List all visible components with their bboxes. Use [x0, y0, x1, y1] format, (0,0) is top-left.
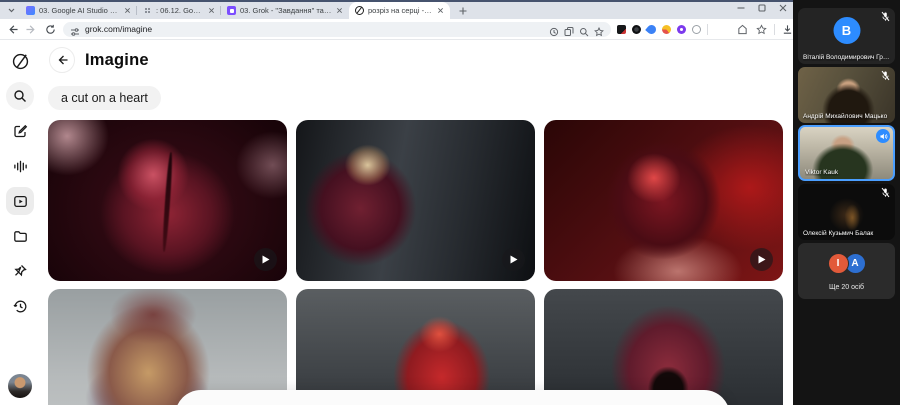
participant-tile[interactable]: Олексій Кузьмич Балак: [798, 184, 895, 240]
mic-muted-icon: [880, 187, 891, 198]
participant-name: Viktor Kauk: [805, 169, 889, 176]
video-call-panel: В Віталій Володимирович Гр… Андрій Михай…: [793, 0, 900, 405]
tab-strip: 03. Google AI Studio та Grok : 06.12. Go…: [0, 0, 793, 19]
bookmarks-icon[interactable]: [755, 23, 768, 36]
tab-title: 03. Google AI Studio та Grok: [39, 6, 120, 15]
back-icon[interactable]: [6, 23, 19, 36]
participant-tile[interactable]: В Віталій Володимирович Гр…: [798, 8, 895, 64]
participant-name: Андрій Михайлович Мацько: [803, 113, 891, 120]
site-settings-icon[interactable]: [70, 24, 80, 34]
doc-favicon: [143, 6, 152, 15]
tab-close-icon[interactable]: [124, 7, 131, 14]
toolbar-divider: [707, 24, 708, 35]
imagine-button[interactable]: [6, 187, 34, 215]
speaker-audio-icon: [876, 129, 890, 143]
extension-icon-1[interactable]: [617, 25, 626, 34]
grok-logo-icon: [6, 47, 34, 75]
more-participants-label: Ще 20 осіб: [798, 284, 895, 291]
generated-image-6[interactable]: [544, 289, 783, 405]
history-button[interactable]: [6, 292, 34, 320]
grok-task-favicon: [227, 6, 236, 15]
play-icon[interactable]: [502, 248, 525, 271]
tab-close-icon[interactable]: [208, 7, 215, 14]
overflow-avatar: І: [828, 253, 849, 274]
extension-icon-5[interactable]: [677, 25, 686, 34]
extension-icon-3[interactable]: [645, 23, 658, 36]
play-icon[interactable]: [254, 248, 277, 271]
participant-tile-speaking[interactable]: Viktor Kauk: [798, 125, 895, 181]
lens-search-icon[interactable]: [579, 24, 589, 34]
play-icon[interactable]: [750, 248, 773, 271]
new-tab-button[interactable]: [456, 4, 470, 18]
window-top-edge: [0, 0, 793, 2]
back-button[interactable]: [49, 47, 75, 73]
extension-icon-2[interactable]: [632, 25, 641, 34]
voice-mode-button[interactable]: [6, 152, 34, 180]
generated-image-5[interactable]: [296, 289, 535, 405]
reading-mode-icon[interactable]: [549, 24, 559, 34]
browser-toolbar: grok.com/imagine aж: [0, 19, 793, 40]
overflow-avatars: І А: [828, 253, 866, 274]
url-text: grok.com/imagine: [85, 24, 544, 34]
copy-icon[interactable]: [564, 24, 574, 34]
maximize-icon[interactable]: [758, 4, 766, 12]
tab-search-chevron-icon[interactable]: [4, 2, 18, 19]
reload-icon[interactable]: [44, 23, 57, 36]
toolbar-divider: [774, 24, 775, 35]
extension-icon-6[interactable]: [692, 25, 701, 34]
address-bar[interactable]: grok.com/imagine: [63, 22, 611, 37]
page-title: Imagine: [85, 51, 149, 70]
participant-name: Олексій Кузьмич Балак: [803, 230, 891, 237]
tab-title: 03. Grok - "Завдання" та "Про…: [240, 6, 332, 15]
generated-video-1[interactable]: [48, 120, 287, 281]
tab-title: розріз на серці - Grok: [368, 6, 433, 15]
prompt-chip[interactable]: a cut on a heart: [48, 86, 161, 110]
generated-image-4[interactable]: [48, 289, 287, 405]
bookmark-star-icon[interactable]: [594, 24, 604, 34]
generated-video-2[interactable]: [296, 120, 535, 281]
extension-icon-4[interactable]: [662, 25, 671, 34]
browser-tab-1[interactable]: 03. Google AI Studio та Grok: [20, 2, 137, 19]
grok-favicon: [355, 6, 364, 15]
participant-avatar: В: [833, 17, 860, 44]
more-participants-tile[interactable]: І А Ще 20 осіб: [798, 243, 895, 299]
mic-muted-icon: [880, 11, 891, 22]
new-chat-button[interactable]: [6, 117, 34, 145]
forward-icon[interactable]: [25, 23, 38, 36]
prompt-input-sheet[interactable]: [175, 390, 730, 405]
close-icon[interactable]: [779, 4, 787, 12]
user-avatar[interactable]: [8, 374, 32, 398]
generated-video-3[interactable]: [544, 120, 783, 281]
ai-studio-favicon: [26, 6, 35, 15]
browser-tab-active[interactable]: розріз на серці - Grok: [349, 2, 450, 19]
browser-tab-3[interactable]: 03. Grok - "Завдання" та "Про…: [221, 2, 349, 19]
minimize-icon[interactable]: [737, 4, 745, 12]
tab-close-icon[interactable]: [336, 7, 343, 14]
imagine-page: Imagine a cut on a heart: [40, 41, 793, 405]
participant-name: Віталій Володимирович Гр…: [803, 54, 891, 61]
files-button[interactable]: [6, 222, 34, 250]
browser-window: 03. Google AI Studio та Grok : 06.12. Go…: [0, 0, 793, 405]
tab-title: : 06.12. Google AI Studio. Grok.: [156, 6, 204, 15]
tab-close-icon[interactable]: [437, 7, 444, 14]
side-panel-icon[interactable]: [736, 23, 749, 36]
window-controls: [737, 1, 787, 15]
pin-button[interactable]: [6, 257, 34, 285]
browser-tab-2[interactable]: : 06.12. Google AI Studio. Grok.: [137, 2, 221, 19]
mic-muted-icon: [880, 70, 891, 81]
search-button[interactable]: [6, 82, 34, 110]
grok-sidebar: [0, 41, 40, 405]
participant-tile[interactable]: Андрій Михайлович Мацько: [798, 67, 895, 123]
